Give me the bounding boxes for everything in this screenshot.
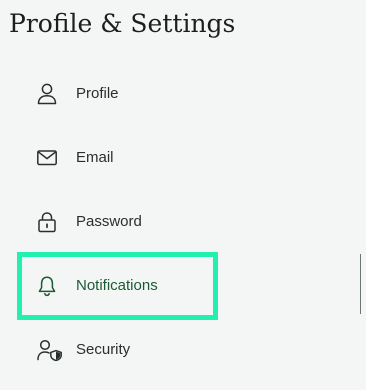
person-icon: [37, 83, 57, 105]
nav-item-label: Password: [76, 213, 142, 230]
lock-icon: [37, 211, 57, 233]
nav-item-notifications[interactable]: Notifications: [17, 252, 218, 320]
user-shield-icon: [37, 339, 63, 361]
nav-item-security[interactable]: Security: [19, 318, 216, 382]
page-title: Profile & Settings: [9, 9, 236, 38]
bell-icon: [37, 275, 57, 297]
nav-item-email[interactable]: Email: [19, 126, 216, 190]
nav-item-label: Email: [76, 149, 114, 166]
envelope-icon: [37, 147, 57, 169]
nav-item-label: Notifications: [76, 277, 158, 294]
nav-item-password[interactable]: Password: [19, 190, 216, 254]
scroll-indicator: [360, 254, 361, 314]
nav-item-profile[interactable]: Profile: [19, 62, 216, 126]
nav-item-label: Security: [76, 341, 131, 358]
nav-item-label: Profile: [76, 85, 119, 102]
